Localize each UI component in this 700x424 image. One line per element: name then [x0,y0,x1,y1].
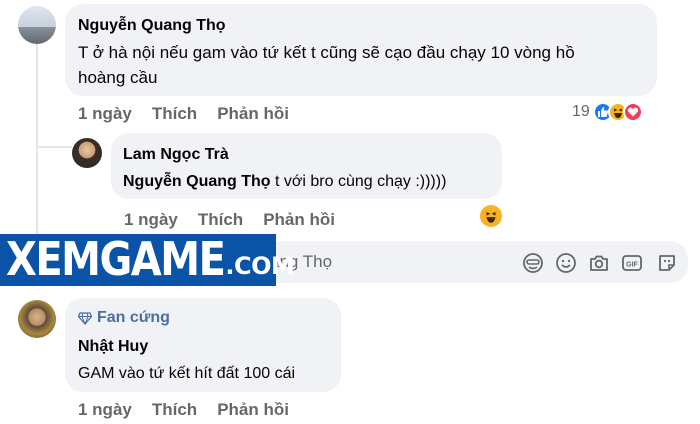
fan-badge[interactable]: Fan cứng [78,309,170,327]
comment-text: GAM vào tứ kết hít đất 100 cái [78,365,296,382]
sticker-icon[interactable] [656,252,678,274]
love-icon [622,102,643,122]
watermark-suffix: .COM [225,252,295,280]
sticker-face-icon[interactable] [522,252,544,274]
reply-actions: 1 ngày Thích Phản hồi [124,210,335,230]
reaction-summary[interactable]: 19 [572,102,643,122]
like-button[interactable]: Thích [152,400,197,420]
comment-author[interactable]: Nguyễn Quang Thọ [78,17,226,35]
timestamp-link[interactable]: 1 ngày [124,210,178,230]
comment-bubble: Nguyễn Quang Thọ T ở hà nội nếu gam vào … [65,4,657,96]
xemgame-watermark: XEMGAME .COM [0,233,295,287]
thread-line-branch [36,146,72,148]
fan-badge-label: Fan cứng [97,309,170,326]
reply-author[interactable]: Lam Ngọc Trà [123,146,229,164]
comment-text-continued: hoàng cầu [78,68,158,87]
comment-bubble: Fan cứng Nhật Huy GAM vào tứ kết hít đất… [65,298,341,392]
thread-line-main [36,44,38,244]
comment-actions: 1 ngày Thích Phản hồi [78,400,289,420]
comment-author[interactable]: Nhật Huy [78,338,148,356]
reply-button[interactable]: Phản hồi [217,104,289,124]
reply-button[interactable]: Phản hồi [217,400,289,420]
comment-text: T ở hà nội nếu gam vào tứ kết t cũng sẽ … [78,43,575,62]
like-button[interactable]: Thích [152,104,197,124]
comment-actions: 1 ngày Thích Phản hồi [78,104,289,124]
svg-text:GIF: GIF [626,262,638,269]
diamond-icon [78,311,92,325]
emoji-icon[interactable] [555,252,577,274]
gif-icon[interactable]: GIF [621,252,643,274]
timestamp-link[interactable]: 1 ngày [78,104,132,124]
reply-button[interactable]: Phản hồi [263,210,335,230]
mention-link[interactable]: Nguyễn Quang Thọ [123,173,271,190]
watermark-text: XEMGAME [6,233,226,287]
reply-text: Nguyễn Quang Thọ t với bro cùng chạy :))… [123,169,446,194]
camera-icon[interactable] [588,252,610,274]
reply-bubble: Lam Ngọc Trà Nguyễn Quang Thọ t với bro … [111,133,502,199]
avatar[interactable] [18,6,56,44]
reply-text-body: t với bro cùng chạy :))))) [270,173,447,190]
avatar[interactable] [72,138,102,168]
avatar[interactable] [18,300,56,338]
like-button[interactable]: Thích [198,210,243,230]
reaction-count: 19 [572,103,590,120]
haha-icon[interactable] [480,205,502,227]
timestamp-link[interactable]: 1 ngày [78,400,132,420]
